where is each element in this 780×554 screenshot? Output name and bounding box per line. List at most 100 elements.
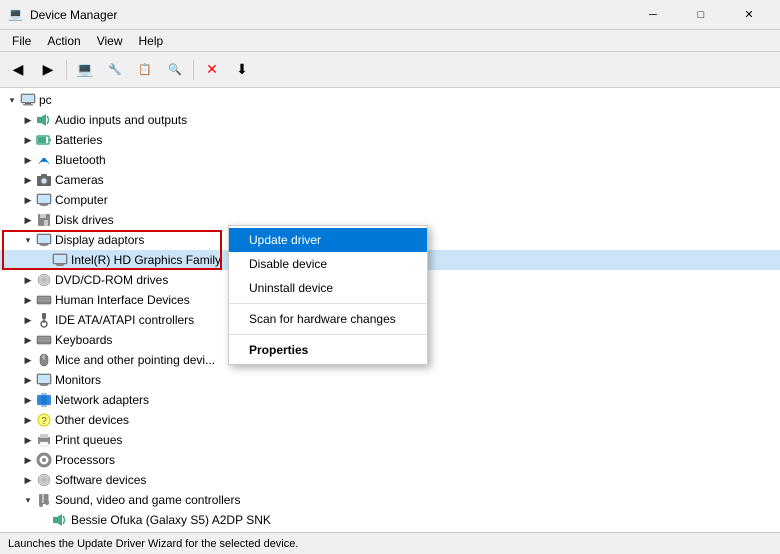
tree-item[interactable]: ▶Processors: [0, 450, 780, 470]
device-label: Other devices: [55, 413, 129, 427]
expand-icon: ▶: [20, 310, 36, 330]
device-icon: [36, 112, 52, 128]
context-menu-item[interactable]: Disable device: [229, 252, 427, 276]
expand-icon: [36, 510, 52, 530]
menu-help[interactable]: Help: [131, 30, 172, 52]
tree-item[interactable]: ▶Print queues: [0, 430, 780, 450]
device-label: Mice and other pointing devi...: [55, 353, 215, 367]
tree-item[interactable]: ▾ Sound, video and game controllers: [0, 490, 780, 510]
toolbar-cancel[interactable]: ✕: [198, 56, 226, 84]
device-label: Batteries: [55, 133, 102, 147]
maximize-button[interactable]: □: [678, 0, 724, 30]
toolbar-scan[interactable]: 📋: [131, 56, 159, 84]
device-icon: [36, 352, 52, 368]
device-icon: [36, 272, 52, 288]
device-icon: [36, 172, 52, 188]
expand-icon: [36, 250, 52, 270]
device-icon: [36, 152, 52, 168]
tree-item[interactable]: ▶Audio inputs and outputs: [0, 110, 780, 130]
toolbar-properties[interactable]: 🔧: [101, 56, 129, 84]
device-icon: [36, 312, 52, 328]
toolbar-forward[interactable]: ▶: [34, 56, 62, 84]
close-button[interactable]: ✕: [726, 0, 772, 30]
device-label: Sound, video and game controllers: [55, 493, 240, 507]
expand-icon: ▶: [20, 450, 36, 470]
device-label: Bessie Ofuka (Galaxy S5) A2DP SNK: [71, 513, 271, 527]
expand-icon: ▾: [20, 490, 36, 510]
expand-icon: ▶: [20, 210, 36, 230]
status-text: Launches the Update Driver Wizard for th…: [8, 538, 298, 550]
expand-icon: ▶: [20, 370, 36, 390]
toolbar-install[interactable]: ⬇: [228, 56, 256, 84]
toolbar-computer[interactable]: 💻: [71, 56, 99, 84]
expand-icon: ▶: [20, 470, 36, 490]
device-icon: ?: [36, 412, 52, 428]
device-icon: [36, 372, 52, 388]
menu-separator: [229, 303, 427, 304]
device-label: Cameras: [55, 173, 104, 187]
device-label: Keyboards: [55, 333, 112, 347]
tree-item[interactable]: Bessie Ofuka (Galaxy S5) Hands-Free HF A…: [0, 530, 780, 532]
minimize-button[interactable]: ─: [630, 0, 676, 30]
device-label: Intel(R) HD Graphics Family: [71, 253, 221, 267]
menu-file[interactable]: File: [4, 30, 39, 52]
tree-item[interactable]: ▶ Cameras: [0, 170, 780, 190]
context-menu-item[interactable]: Scan for hardware changes: [229, 307, 427, 331]
device-icon: [36, 432, 52, 448]
device-icon: [36, 452, 52, 468]
device-label: Software devices: [55, 473, 146, 487]
tree-item[interactable]: ▶ Software devices: [0, 470, 780, 490]
device-icon: [36, 192, 52, 208]
tree-item[interactable]: ▶Monitors: [0, 370, 780, 390]
device-icon: [36, 292, 52, 308]
expand-icon: ▶: [20, 410, 36, 430]
tree-item[interactable]: ▾ pc: [0, 90, 780, 110]
expand-icon: ▶: [20, 130, 36, 150]
expand-icon: ▶: [20, 150, 36, 170]
device-icon: [36, 392, 52, 408]
tree-item[interactable]: Bessie Ofuka (Galaxy S5) A2DP SNK: [0, 510, 780, 530]
menu-action[interactable]: Action: [39, 30, 88, 52]
expand-icon: ▶: [20, 290, 36, 310]
expand-icon: ▶: [20, 190, 36, 210]
expand-icon: ▶: [20, 270, 36, 290]
device-icon: [36, 232, 52, 248]
tree-item[interactable]: ▶ Batteries: [0, 130, 780, 150]
toolbar-sep2: [193, 60, 194, 80]
context-menu: Update driverDisable deviceUninstall dev…: [228, 225, 428, 365]
context-menu-item[interactable]: Uninstall device: [229, 276, 427, 300]
device-label: Human Interface Devices: [55, 293, 190, 307]
context-menu-item[interactable]: Update driver: [229, 228, 427, 252]
expand-icon: ▶: [20, 350, 36, 370]
device-icon: [36, 132, 52, 148]
context-menu-item[interactable]: Properties: [229, 338, 427, 362]
svg-text:?: ?: [41, 416, 47, 427]
menu-bar: File Action View Help: [0, 30, 780, 52]
expand-icon: ▾: [20, 230, 36, 250]
window-controls: ─ □ ✕: [630, 0, 772, 30]
device-label: Display adaptors: [55, 233, 144, 247]
device-icon: [36, 492, 52, 508]
device-label: Network adapters: [55, 393, 149, 407]
tree-item[interactable]: ▶? Other devices: [0, 410, 780, 430]
expand-icon: ▶: [20, 110, 36, 130]
device-label: DVD/CD-ROM drives: [55, 273, 168, 287]
menu-separator: [229, 334, 427, 335]
device-icon: [36, 472, 52, 488]
device-label: pc: [39, 93, 52, 107]
device-label: IDE ATA/ATAPI controllers: [55, 313, 194, 327]
expand-icon: ▾: [4, 90, 20, 110]
status-bar: Launches the Update Driver Wizard for th…: [0, 532, 780, 554]
expand-icon: ▶: [20, 430, 36, 450]
toolbar: ◀ ▶ 💻 🔧 📋 🔍 ✕ ⬇: [0, 52, 780, 88]
menu-view[interactable]: View: [89, 30, 131, 52]
expand-icon: [36, 530, 52, 532]
toolbar-search[interactable]: 🔍: [161, 56, 189, 84]
toolbar-back[interactable]: ◀: [4, 56, 32, 84]
tree-item[interactable]: ▶Bluetooth: [0, 150, 780, 170]
toolbar-sep1: [66, 60, 67, 80]
expand-icon: ▶: [20, 170, 36, 190]
tree-item[interactable]: ▶Network adapters: [0, 390, 780, 410]
device-icon: [36, 332, 52, 348]
tree-item[interactable]: ▶Computer: [0, 190, 780, 210]
